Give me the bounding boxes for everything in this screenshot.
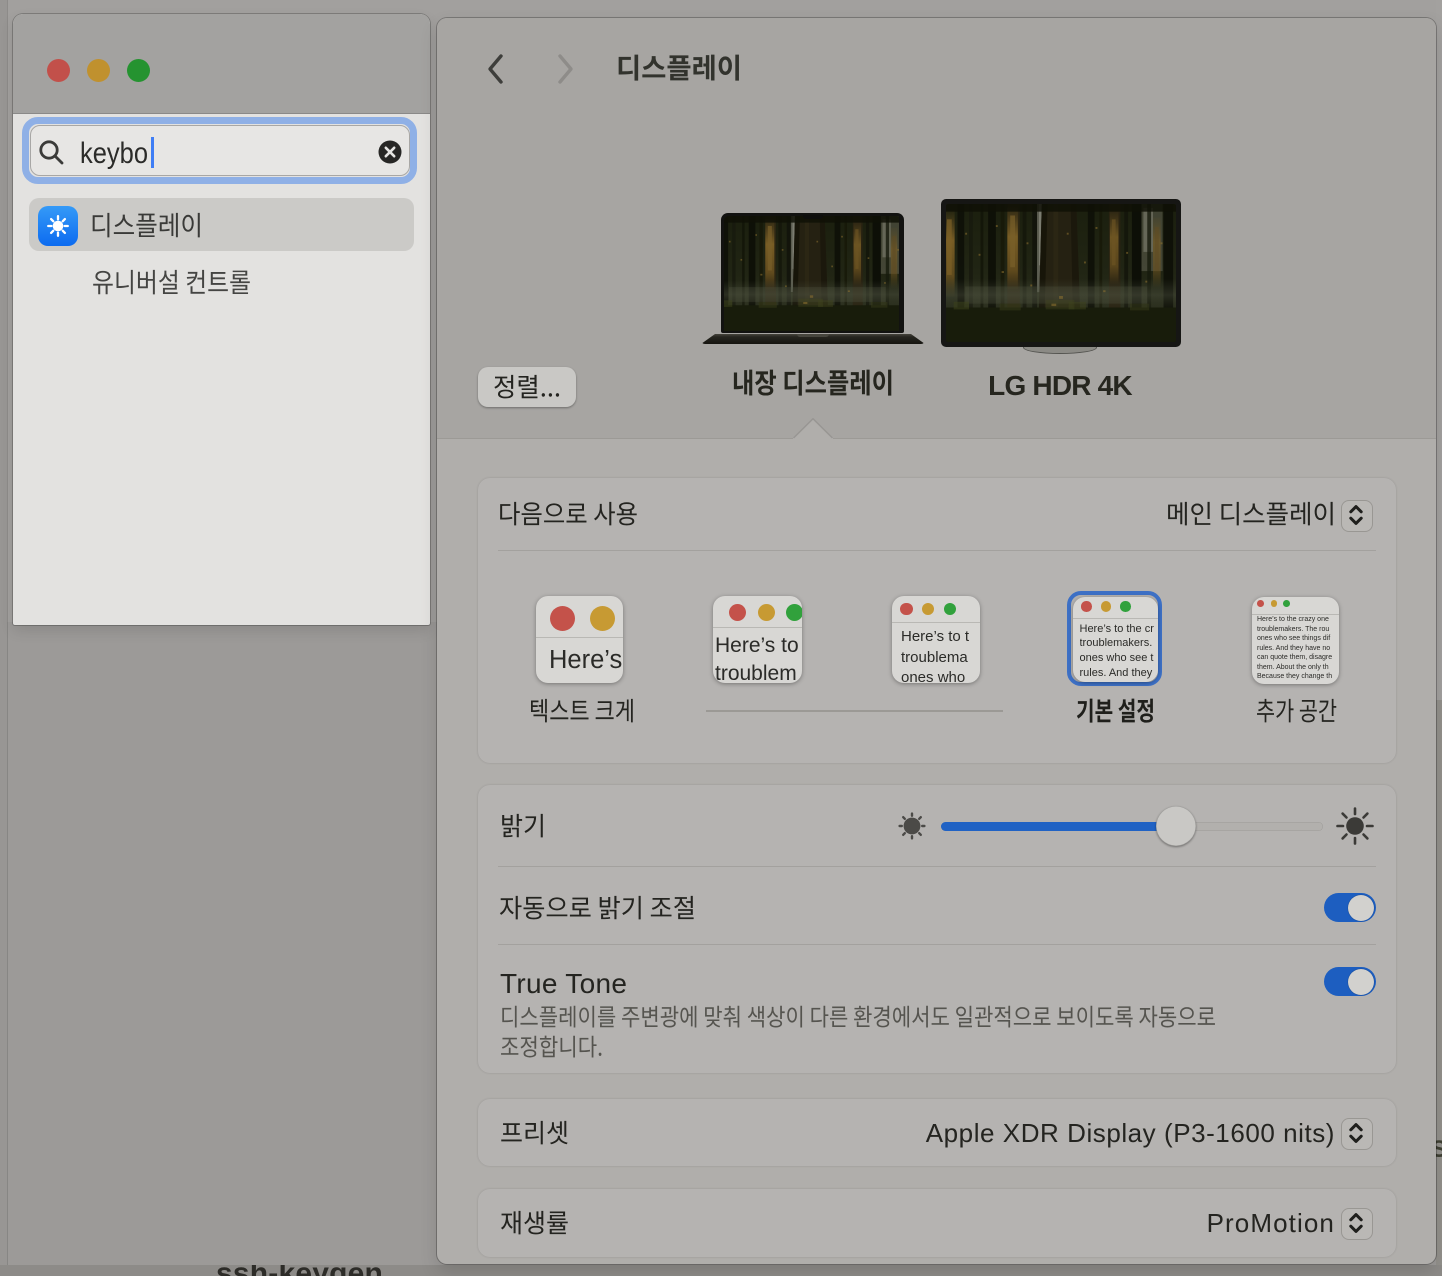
svg-text:keybo: keybo bbox=[80, 137, 148, 170]
